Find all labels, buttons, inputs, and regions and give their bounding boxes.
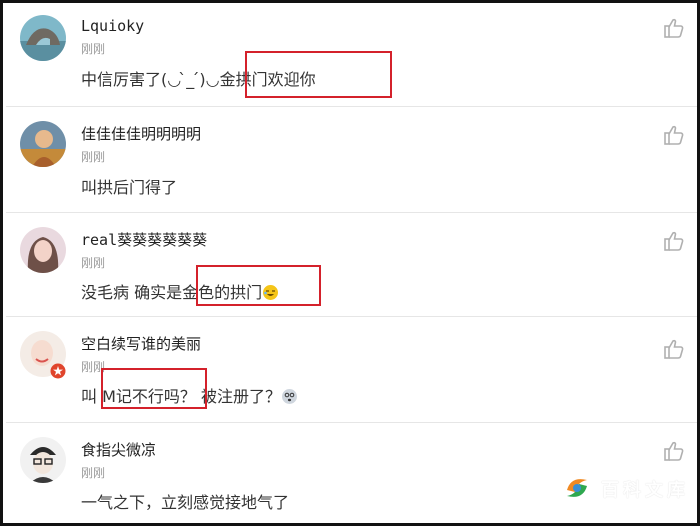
comment-text-part: 叫拱后门得了 bbox=[81, 178, 178, 197]
comment-text: 叫拱后门得了 bbox=[81, 174, 177, 198]
highlight-box bbox=[196, 265, 321, 306]
thumbs-up-icon bbox=[664, 441, 684, 461]
comment-text-part: 没毛病 确实是 bbox=[81, 283, 183, 302]
timestamp: 刚刚 bbox=[81, 256, 106, 270]
highlight-box bbox=[245, 51, 392, 98]
highlight-box bbox=[101, 368, 207, 409]
comment-text-part: 被注册了？ bbox=[195, 387, 281, 406]
like-button[interactable] bbox=[663, 230, 685, 252]
avatar[interactable] bbox=[20, 227, 66, 273]
username[interactable]: 食指尖微凉 bbox=[81, 439, 156, 460]
watermark-logo-icon bbox=[562, 473, 592, 503]
thumbs-up-icon bbox=[664, 339, 684, 359]
thumbs-up-icon bbox=[664, 18, 684, 38]
comment-text: 一气之下，立刻感觉接地气了 bbox=[81, 489, 289, 513]
watermark: 百科文库 bbox=[561, 471, 691, 505]
star-badge-icon bbox=[50, 363, 66, 379]
thumbs-up-icon bbox=[664, 231, 684, 251]
comment-item: 空白续写谁的美丽 刚刚 叫 M记不行吗？ 被注册了？ bbox=[6, 317, 697, 423]
comment-text-part: 中信厉害了(◡ ̀_ ́)◡ bbox=[81, 70, 220, 89]
comment-list: Lquioky 刚刚 中信厉害了(◡ ̀_ ́)◡金拱门欢迎你 佳佳佳佳明明明明… bbox=[0, 0, 700, 526]
avatar[interactable] bbox=[20, 15, 66, 61]
avatar[interactable] bbox=[20, 121, 66, 167]
username[interactable]: 佳佳佳佳明明明明 bbox=[81, 123, 201, 144]
comment-text-part: 叫 bbox=[81, 387, 103, 406]
username[interactable]: 空白续写谁的美丽 bbox=[81, 333, 201, 354]
comment-item: real葵葵葵葵葵葵 刚刚 没毛病 确实是金色的拱门 bbox=[6, 213, 697, 317]
comment-item: Lquioky 刚刚 中信厉害了(◡ ̀_ ́)◡金拱门欢迎你 bbox=[6, 3, 697, 107]
username[interactable]: real葵葵葵葵葵葵 bbox=[81, 229, 207, 250]
watermark-text: 百科文库 bbox=[601, 480, 689, 501]
timestamp: 刚刚 bbox=[81, 466, 106, 480]
dizzy-emoji-icon bbox=[282, 389, 297, 404]
like-button[interactable] bbox=[663, 124, 685, 146]
like-button[interactable] bbox=[663, 17, 685, 39]
timestamp: 刚刚 bbox=[81, 150, 106, 164]
comment-item: 佳佳佳佳明明明明 刚刚 叫拱后门得了 bbox=[6, 107, 697, 213]
comment-text-part: 一气之下，立刻感觉接地气了 bbox=[81, 493, 290, 512]
username[interactable]: Lquioky bbox=[81, 17, 144, 35]
thumbs-up-icon bbox=[664, 125, 684, 145]
like-button[interactable] bbox=[663, 440, 685, 462]
timestamp: 刚刚 bbox=[81, 42, 106, 56]
avatar[interactable] bbox=[20, 437, 66, 483]
like-button[interactable] bbox=[663, 338, 685, 360]
